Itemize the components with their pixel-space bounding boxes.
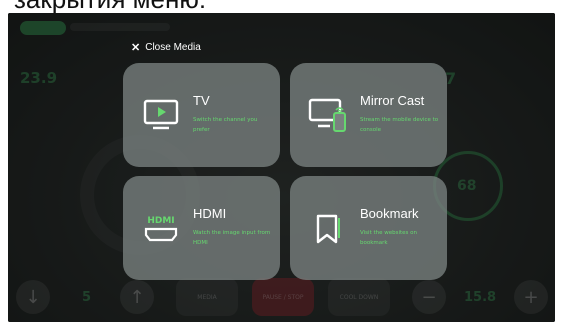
- mirror-cast-title: Mirror Cast: [360, 93, 425, 108]
- close-media-label: Close Media: [145, 42, 201, 53]
- tv-description: Switch the channel you prefer: [193, 117, 258, 133]
- hdmi-description: Watch the image input from HDMI: [193, 230, 271, 246]
- mirror-cast-description: Stream the mobile device to console: [360, 117, 439, 133]
- bookmark-tile[interactable]: Bookmark Visit the websites on bookmark: [290, 176, 447, 280]
- bookmark-title: Bookmark: [360, 206, 419, 221]
- hdmi-icon: HDMI: [141, 210, 181, 246]
- overlay-dim: [8, 13, 555, 322]
- bookmark-icon: [308, 210, 348, 246]
- mirror-cast-tile[interactable]: Mirror Cast Stream the mobile device to …: [290, 63, 447, 167]
- tv-icon: [141, 97, 181, 133]
- tv-tile[interactable]: TV Switch the channel you prefer: [123, 63, 280, 167]
- bookmark-description: Visit the websites on bookmark: [360, 230, 418, 246]
- close-icon: ✕: [131, 42, 141, 54]
- hdmi-title: HDMI: [193, 206, 227, 221]
- root: закрытия меню: 23.9 7 68 ↓ 5 ↑ MEDIA PAU…: [0, 0, 563, 322]
- hdmi-tile[interactable]: HDMI HDMI Watch the image input from HDM…: [123, 176, 280, 280]
- tv-title: TV: [193, 93, 210, 108]
- caption-strip: закрытия меню:: [0, 0, 563, 13]
- close-media-button[interactable]: ✕ Close Media: [131, 41, 201, 54]
- svg-text:HDMI: HDMI: [147, 216, 174, 226]
- mirror-cast-icon: [308, 97, 348, 133]
- console-screen: 23.9 7 68 ↓ 5 ↑ MEDIA PAUSE / STOP COOL …: [8, 13, 555, 322]
- caption-text: закрытия меню:: [14, 0, 206, 13]
